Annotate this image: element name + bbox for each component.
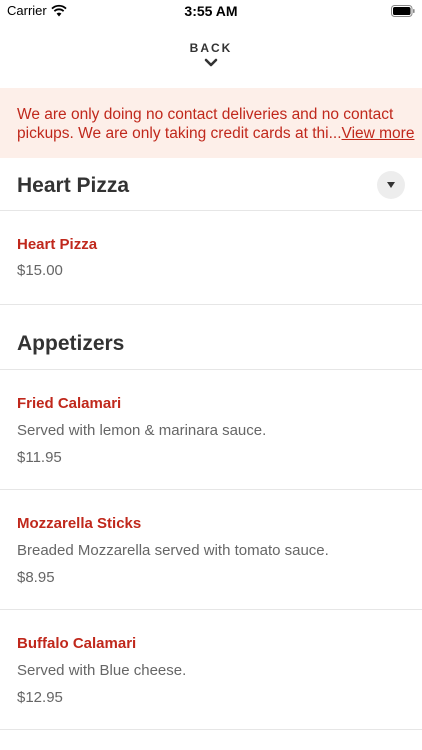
item-price: $8.95 xyxy=(17,569,55,586)
notice-line-2: pickups. We are only taking credit cards… xyxy=(17,124,414,143)
menu-item[interactable]: Heart Pizza $15.00 xyxy=(0,211,422,305)
item-name: Buffalo Calamari xyxy=(17,635,137,652)
menu-item[interactable]: Buffalo Calamari Served with Blue cheese… xyxy=(0,610,422,730)
section-header-appetizers: Appetizers xyxy=(0,305,422,370)
back-button[interactable]: BACK xyxy=(0,36,422,78)
item-name: Mozzarella Sticks xyxy=(17,515,142,532)
notice-banner: We are only doing no contact deliveries … xyxy=(0,88,422,158)
status-bar: Carrier 3:55 AM xyxy=(0,0,422,24)
item-name: Fried Calamari xyxy=(17,395,122,412)
item-description: Served with lemon & marinara sauce. xyxy=(17,422,267,439)
notice-line-1: We are only doing no contact deliveries … xyxy=(17,106,394,123)
item-description: Breaded Mozzarella served with tomato sa… xyxy=(17,542,329,559)
section-header-heart-pizza[interactable]: Heart Pizza xyxy=(0,158,422,211)
item-price: $11.95 xyxy=(17,449,62,466)
chevron-down-icon xyxy=(204,58,218,67)
view-more-link[interactable]: View more xyxy=(342,125,415,142)
back-label: BACK xyxy=(189,41,233,55)
notice-text-truncated: pickups. We are only taking credit cards… xyxy=(17,125,342,142)
item-price: $12.95 xyxy=(17,689,63,706)
section-title: Heart Pizza xyxy=(17,174,130,197)
item-description: Served with Blue cheese. xyxy=(17,662,187,679)
menu-item[interactable]: Mozzarella Sticks Breaded Mozzarella ser… xyxy=(0,490,422,610)
item-name: Heart Pizza xyxy=(17,236,98,253)
caret-down-icon xyxy=(387,182,395,188)
clock: 3:55 AM xyxy=(184,3,238,19)
collapse-section-button[interactable] xyxy=(377,171,405,199)
menu-item[interactable]: Fried Calamari Served with lemon & marin… xyxy=(0,370,422,490)
item-price: $15.00 xyxy=(17,262,63,279)
section-title: Appetizers xyxy=(17,332,125,355)
battery-icon xyxy=(391,5,415,17)
